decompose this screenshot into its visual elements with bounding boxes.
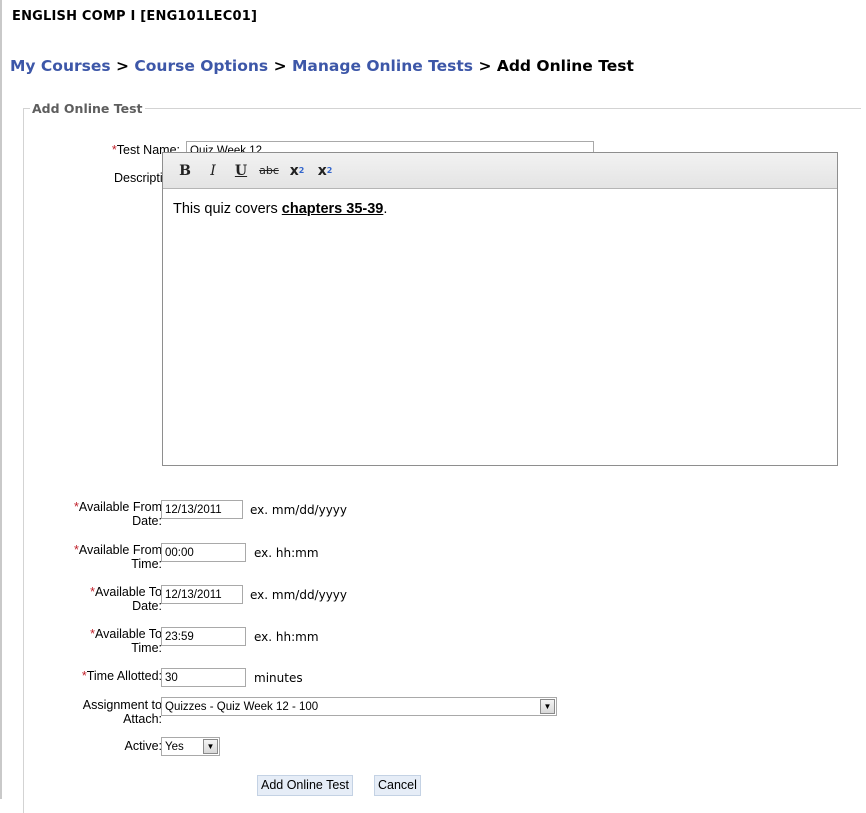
time-format-hint: ex. hh:mm <box>254 630 319 644</box>
assignment-label: Assignment to Attach: <box>82 698 162 726</box>
superscript-button[interactable]: x2 <box>315 161 335 181</box>
available-to-date-label: *Available To Date: <box>90 585 162 613</box>
chevron-down-icon: ▼ <box>203 739 218 754</box>
course-title: ENGLISH COMP I [ENG101LEC01] <box>12 9 258 24</box>
available-from-date-label: *Available From Date: <box>73 500 162 528</box>
underline-button[interactable]: U <box>231 161 251 181</box>
available-from-date-input[interactable] <box>161 500 243 519</box>
breadcrumb-separator: > <box>478 57 492 75</box>
breadcrumb-current: Add Online Test <box>496 57 634 75</box>
available-from-time-label: *Available From Time: <box>73 543 162 571</box>
add-online-test-button[interactable]: Add Online Test <box>257 775 354 796</box>
cancel-button[interactable]: Cancel <box>374 775 421 796</box>
left-border <box>0 0 2 799</box>
strikethrough-button[interactable]: abc <box>259 161 279 181</box>
description-highlight: chapters 35-39 <box>281 201 384 217</box>
available-to-time-input[interactable] <box>161 627 246 646</box>
assignment-selected-value: Quizzes - Quiz Week 12 - 100 <box>165 700 319 713</box>
date-format-hint: ex. mm/dd/yyyy <box>250 503 348 517</box>
available-to-date-input[interactable] <box>161 585 243 604</box>
description-editor: B I U abc x2 x2 This quiz covers chapter… <box>162 152 838 466</box>
available-to-time-label: *Available To Time: <box>90 627 162 655</box>
active-label: Active: <box>124 739 162 753</box>
chevron-down-icon: ▼ <box>540 699 555 714</box>
active-select[interactable]: Yes ▼ <box>161 737 220 756</box>
test-name-label: *Test Name: <box>111 143 180 157</box>
italic-button[interactable]: I <box>203 161 223 181</box>
date-format-hint: ex. mm/dd/yyyy <box>250 588 348 602</box>
breadcrumb-separator: > <box>116 57 129 75</box>
breadcrumb-my-courses[interactable]: My Courses <box>10 57 111 75</box>
assignment-select[interactable]: Quizzes - Quiz Week 12 - 100 ▼ <box>161 697 557 716</box>
minutes-hint: minutes <box>254 671 303 685</box>
breadcrumb-separator: > <box>273 57 287 75</box>
active-selected-value: Yes <box>165 740 184 753</box>
time-format-hint: ex. hh:mm <box>254 546 319 560</box>
breadcrumb: My Courses > Course Options > Manage Onl… <box>10 57 634 75</box>
editor-content[interactable]: This quiz covers chapters 35-39. <box>163 189 837 229</box>
time-allotted-label: *Time Allotted: <box>81 669 162 683</box>
bold-button[interactable]: B <box>175 161 195 181</box>
breadcrumb-manage-online-tests[interactable]: Manage Online Tests <box>292 57 473 75</box>
breadcrumb-course-options[interactable]: Course Options <box>134 57 268 75</box>
available-from-time-input[interactable] <box>161 543 246 562</box>
description-label: Description: <box>114 171 180 185</box>
form-legend: Add Online Test <box>32 101 143 116</box>
editor-toolbar: B I U abc x2 x2 <box>163 153 837 189</box>
time-allotted-input[interactable] <box>161 668 246 687</box>
subscript-button[interactable]: x2 <box>287 161 307 181</box>
